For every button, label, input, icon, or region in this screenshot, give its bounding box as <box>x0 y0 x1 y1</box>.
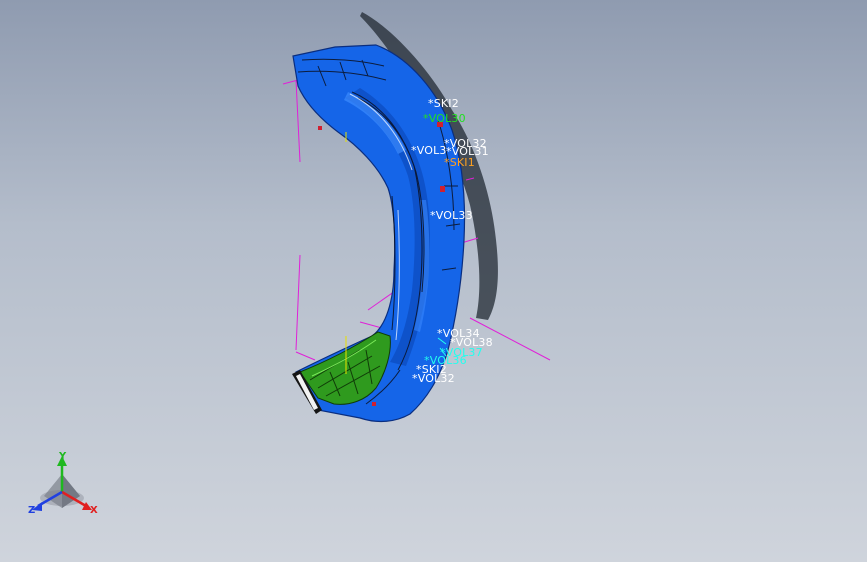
callout-vol32-bottom[interactable]: *VOL32 <box>412 373 455 384</box>
callout-ski2-top[interactable]: *SKI2 <box>428 98 459 109</box>
callout-ski1[interactable]: *SKI1 <box>444 157 475 168</box>
reference-triad[interactable]: Y X Z <box>22 448 107 528</box>
triad-y-label: Y <box>59 451 67 462</box>
callout-vol30[interactable]: *VOL30 <box>423 113 466 124</box>
callout-vol3-left[interactable]: *VOL3 <box>411 145 447 156</box>
graphics-viewport[interactable]: *SKI2 *VOL30 *VOL32 *VOL3 *VOL31 *SKI1 *… <box>0 0 867 562</box>
model-view[interactable] <box>0 0 867 562</box>
callout-vol33[interactable]: *VOL33 <box>430 210 473 221</box>
triad-x-label: X <box>90 505 98 516</box>
triad-z-label: Z <box>28 505 36 516</box>
